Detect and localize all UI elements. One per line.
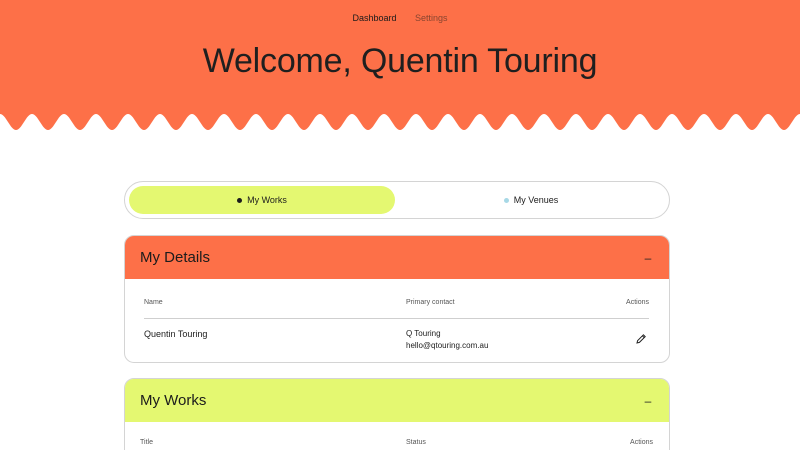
- tab-my-venues[interactable]: My Venues: [397, 186, 665, 214]
- table-divider: [144, 318, 649, 319]
- tab-my-works-label: My Works: [247, 195, 287, 205]
- row-name: Quentin Touring: [144, 329, 208, 339]
- view-tabs: My Works My Venues: [124, 181, 670, 219]
- my-works-title: My Works: [140, 392, 207, 409]
- inactive-dot-icon: [503, 197, 509, 203]
- column-header-primary-contact: Primary contact: [406, 299, 455, 306]
- my-details-header[interactable]: My Details –: [125, 236, 669, 279]
- row-contact-email: hello@qtouring.com.au: [406, 341, 489, 350]
- edit-details-button[interactable]: [634, 332, 648, 346]
- column-header-actions: Actions: [630, 439, 653, 446]
- collapse-works-button[interactable]: –: [642, 394, 654, 408]
- hero-banner: Dashboard Settings Welcome, Quentin Tour…: [0, 0, 800, 140]
- column-header-title: Title: [140, 439, 153, 446]
- my-works-card: My Works – Title Status Actions: [124, 378, 670, 450]
- column-header-status: Status: [406, 439, 426, 446]
- tab-my-works[interactable]: My Works: [129, 186, 395, 214]
- nav-dashboard[interactable]: Dashboard: [352, 13, 396, 23]
- my-details-title: My Details: [140, 249, 211, 266]
- my-details-card: My Details – Name Primary contact Action…: [124, 235, 670, 363]
- active-dot-icon: [237, 197, 243, 203]
- tab-my-venues-label: My Venues: [513, 195, 559, 205]
- row-contact-name: Q Touring: [406, 329, 441, 338]
- page-title: Welcome, Quentin Touring: [202, 42, 598, 80]
- my-works-header[interactable]: My Works –: [125, 379, 669, 422]
- pencil-icon: [636, 334, 646, 344]
- column-header-name: Name: [144, 299, 163, 306]
- nav-settings[interactable]: Settings: [415, 13, 448, 23]
- top-nav: Dashboard Settings: [0, 13, 800, 23]
- collapse-details-button[interactable]: –: [642, 251, 654, 265]
- column-header-actions: Actions: [626, 299, 649, 306]
